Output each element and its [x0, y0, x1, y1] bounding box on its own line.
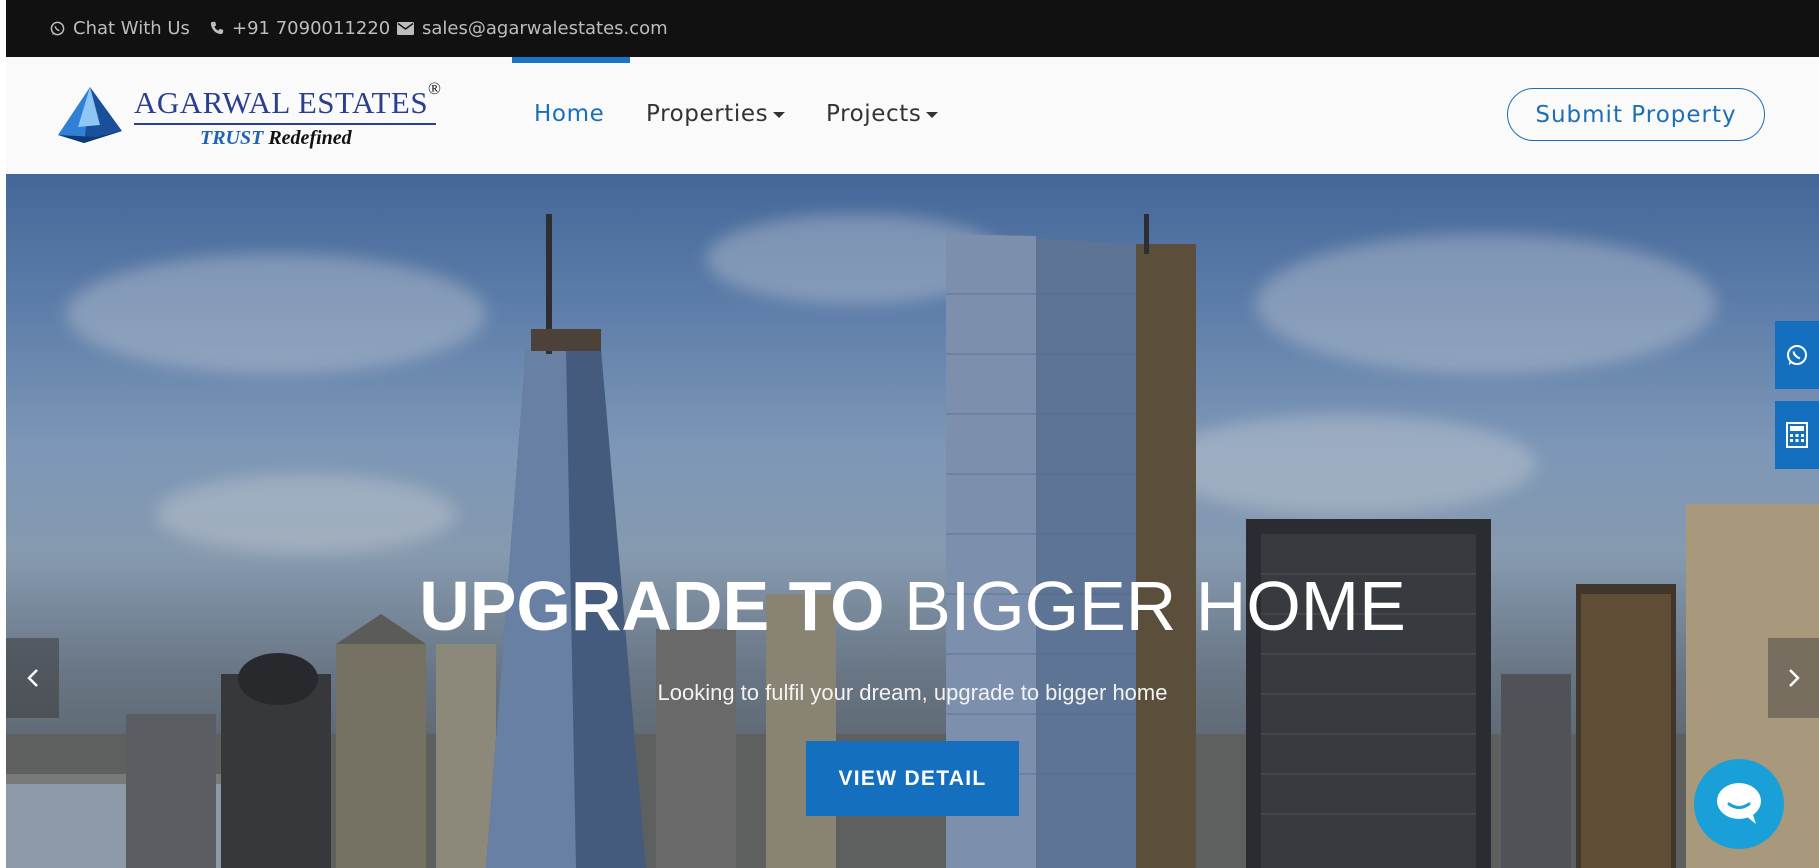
logo[interactable]: AGARWAL ESTATES ® TRUST Redefined: [56, 79, 446, 149]
chat-with-us-link[interactable]: Chat With Us: [50, 17, 190, 39]
tagline-trust: TRUST: [200, 127, 264, 149]
envelope-icon: [397, 21, 414, 35]
top-bar: Chat With Us +91 7090011220 sales@agarwa…: [6, 0, 1819, 57]
submit-property-button[interactable]: Submit Property: [1507, 88, 1765, 141]
whatsapp-icon: [1787, 345, 1807, 365]
caret-down-icon: [773, 112, 786, 118]
logo-divider: [134, 123, 436, 125]
slider-next-button[interactable]: [1768, 638, 1819, 718]
caret-down-icon: [926, 112, 939, 118]
phone-icon: [210, 21, 224, 35]
side-calculator-button[interactable]: [1775, 401, 1819, 469]
email-address: sales@agarwalestates.com: [422, 17, 668, 39]
slider-prev-button[interactable]: [6, 638, 59, 718]
whatsapp-icon: [50, 21, 65, 35]
nav-projects-label: Projects: [826, 101, 922, 127]
side-whatsapp-button[interactable]: [1775, 321, 1819, 389]
view-detail-button[interactable]: VIEW DETAIL: [806, 741, 1019, 816]
logo-tagline: TRUST Redefined: [200, 127, 352, 150]
phone-link[interactable]: +91 7090011220: [210, 17, 390, 39]
nav-properties[interactable]: Properties: [646, 101, 786, 127]
nav-projects[interactable]: Projects: [826, 101, 939, 127]
nav-properties-label: Properties: [646, 101, 769, 127]
hero-slider: UPGRADE TO BIGGER HOME Looking to fulfil…: [6, 174, 1819, 868]
hero-title-bold: UPGRADE TO: [419, 567, 885, 645]
chat-with-us-label: Chat With Us: [73, 17, 190, 39]
chevron-left-icon: [26, 669, 38, 687]
live-chat-button[interactable]: [1694, 759, 1784, 849]
pyramid-logo-icon: [58, 87, 122, 143]
phone-number: +91 7090011220: [232, 17, 391, 39]
email-link[interactable]: sales@agarwalestates.com: [397, 17, 668, 39]
tagline-redefined: Redefined: [268, 127, 352, 149]
hero-title-light: BIGGER HOME: [904, 567, 1406, 645]
registered-mark: ®: [428, 79, 441, 98]
nav-active-indicator: [512, 57, 630, 63]
nav-home[interactable]: Home: [534, 101, 604, 127]
chevron-right-icon: [1788, 669, 1800, 687]
logo-title: AGARWAL ESTATES: [134, 85, 429, 120]
calculator-icon: [1786, 422, 1808, 448]
chat-bubble-icon: [1717, 783, 1761, 824]
hero-subtitle: Looking to fulfil your dream, upgrade to…: [657, 680, 1168, 705]
hero-title: UPGRADE TO BIGGER HOME: [6, 566, 1819, 646]
page: Chat With Us +91 7090011220 sales@agarwa…: [6, 0, 1819, 868]
